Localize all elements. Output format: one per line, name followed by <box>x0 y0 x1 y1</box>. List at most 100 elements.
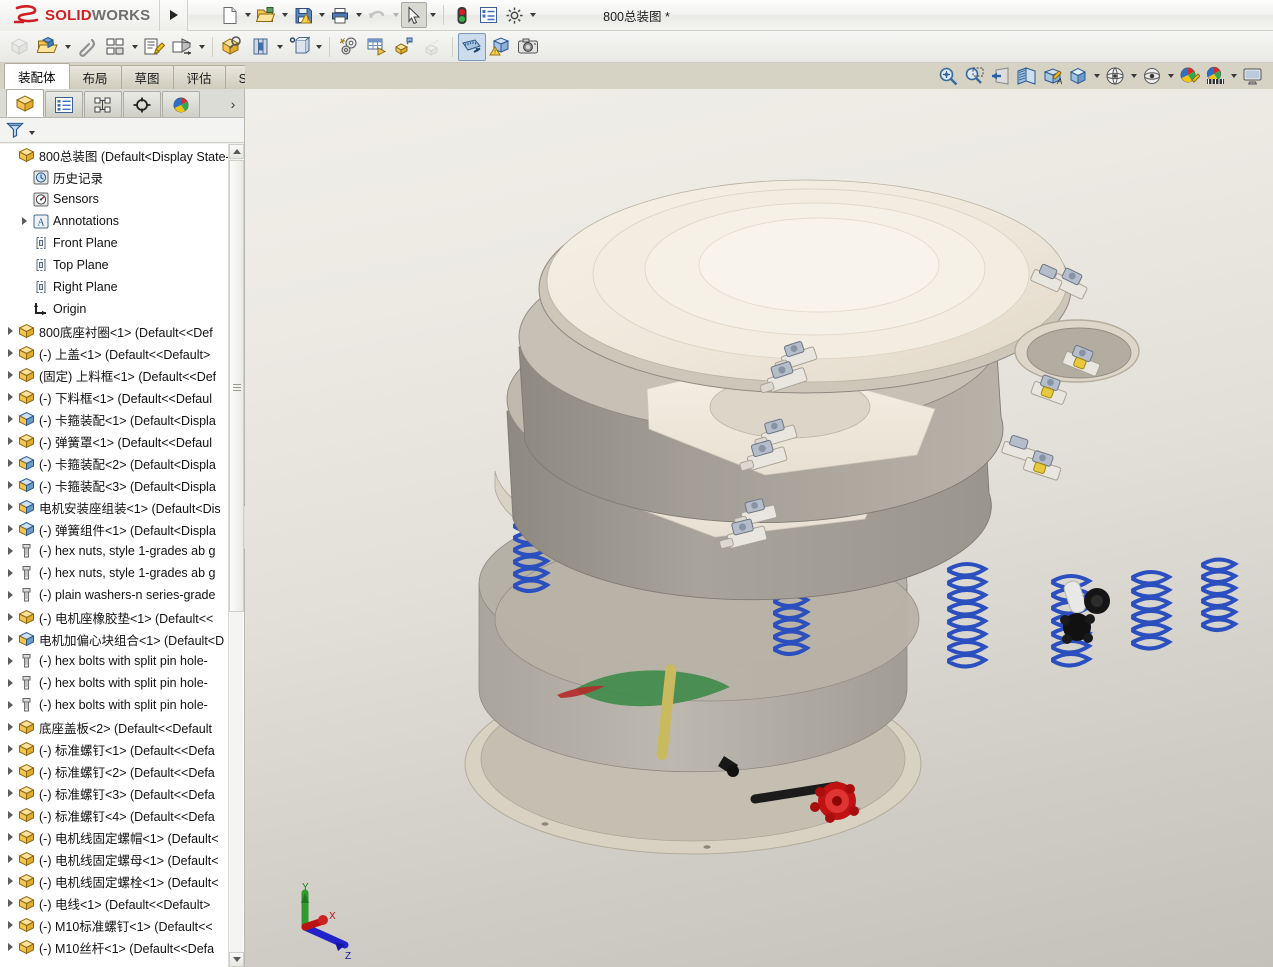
edit-appearance-button[interactable] <box>1176 63 1202 89</box>
tree-node[interactable]: (-) 电机线固定螺帽<1> (Default< <box>0 826 228 848</box>
tree-scroll-up-button[interactable] <box>229 144 244 159</box>
expand-arrow-icon[interactable] <box>4 540 17 562</box>
new-document-caret[interactable] <box>242 2 253 28</box>
tree-node[interactable]: (-) 卡箍装配<1> (Default<Displa <box>0 408 228 430</box>
expand-arrow-icon[interactable] <box>4 320 17 342</box>
graphics-viewport[interactable]: Y Z X <box>245 89 1273 967</box>
tree-node[interactable]: (-) 电机线固定螺栓<1> (Default< <box>0 870 228 892</box>
tree-node[interactable]: (-) 卡箍装配<3> (Default<Displa <box>0 474 228 496</box>
expand-arrow-icon[interactable] <box>4 870 17 892</box>
insert-components-caret[interactable] <box>62 34 73 60</box>
print-document-button[interactable] <box>327 2 353 28</box>
expand-arrow-icon[interactable] <box>4 650 17 672</box>
tab-feature-manager-design-tree[interactable] <box>6 89 44 117</box>
explode-line-sketch-button[interactable] <box>419 33 447 61</box>
new-document-button[interactable] <box>216 2 242 28</box>
tree-node[interactable]: (-) 电机线固定螺母<1> (Default< <box>0 848 228 870</box>
expand-arrow-icon[interactable] <box>4 606 17 628</box>
tab-dimxpert-manager[interactable] <box>123 91 161 117</box>
ribbon-tab-0[interactable]: 装配体 <box>4 63 70 89</box>
print-document-caret[interactable] <box>353 2 364 28</box>
apply-scene-button[interactable] <box>1202 63 1228 89</box>
new-motion-study-button[interactable] <box>335 33 363 61</box>
tree-scrollbar[interactable] <box>228 144 243 967</box>
show-hidden-components-button[interactable] <box>218 33 246 61</box>
design-tree[interactable]: 800总装图 (Default<Display State-1历史记录Senso… <box>0 144 244 967</box>
move-component-caret[interactable] <box>196 34 207 60</box>
expand-arrow-icon[interactable] <box>4 452 17 474</box>
expand-menu-button[interactable] <box>160 0 188 31</box>
expand-arrow-icon[interactable] <box>4 936 17 958</box>
reference-geometry-button[interactable] <box>285 33 313 61</box>
tree-filter-bar[interactable] <box>0 118 244 143</box>
expand-arrow-icon[interactable] <box>4 342 17 364</box>
tab-configuration-manager[interactable] <box>84 91 122 117</box>
ribbon-tab-1[interactable]: 布局 <box>69 65 122 89</box>
tree-node[interactable]: (-) 电线<1> (Default<<Default> <box>0 892 228 914</box>
view-annotations-button[interactable]: A <box>1039 63 1065 89</box>
undo-button[interactable] <box>364 2 390 28</box>
assembly-features-caret[interactable] <box>274 34 285 60</box>
view-orientation-caret[interactable] <box>1091 63 1102 89</box>
expand-arrow-icon[interactable] <box>4 518 17 540</box>
expand-arrow-icon[interactable] <box>4 804 17 826</box>
tree-node[interactable]: (-) 标准螺钉<4> (Default<<Defa <box>0 804 228 826</box>
tree-node[interactable]: (固定) 上料框<1> (Default<<Def <box>0 364 228 386</box>
expand-arrow-icon[interactable] <box>4 408 17 430</box>
tree-scroll-down-button[interactable] <box>229 952 244 967</box>
tree-node[interactable]: 800底座衬圈<1> (Default<<Def <box>0 320 228 342</box>
smart-fasteners-button[interactable] <box>140 33 168 61</box>
zoom-fit-button[interactable] <box>935 63 961 89</box>
tree-node[interactable]: 历史记录 <box>0 166 228 188</box>
select-tool-button[interactable] <box>401 2 427 28</box>
edit-component-button[interactable] <box>6 33 34 61</box>
tab-display-manager[interactable] <box>162 91 200 117</box>
expand-arrow-icon[interactable] <box>4 738 17 760</box>
tree-node[interactable]: (-) hex nuts, style 1-grades ab g <box>0 540 228 562</box>
component-pattern-caret[interactable] <box>129 34 140 60</box>
expand-arrow-icon[interactable] <box>4 474 17 496</box>
linear-component-pattern-button[interactable] <box>101 33 129 61</box>
expand-arrow-icon[interactable] <box>4 584 17 606</box>
ribbon-tab-3[interactable]: 评估 <box>173 65 226 89</box>
expand-arrow-icon[interactable] <box>4 562 17 584</box>
tree-node[interactable]: Right Plane <box>0 276 228 298</box>
tree-node[interactable]: 800总装图 (Default<Display State-1 <box>0 144 228 166</box>
tree-node[interactable]: (-) hex bolts with split pin hole- <box>0 694 228 716</box>
expand-arrow-icon[interactable] <box>4 914 17 936</box>
reference-geometry-caret[interactable] <box>313 34 324 60</box>
undo-caret[interactable] <box>390 2 401 28</box>
view-orientation-button[interactable] <box>1065 63 1091 89</box>
previous-view-button[interactable] <box>987 63 1013 89</box>
view-settings-monitor-button[interactable] <box>1239 63 1265 89</box>
expand-arrow-icon[interactable] <box>4 760 17 782</box>
rebuild-button[interactable] <box>449 2 475 28</box>
assembly-features-button[interactable] <box>246 33 274 61</box>
tree-node[interactable]: (-) plain washers-n series-grade <box>0 584 228 606</box>
insert-components-button[interactable] <box>34 33 62 61</box>
expand-arrow-icon[interactable] <box>4 892 17 914</box>
expand-arrow-icon[interactable] <box>18 210 31 232</box>
options-caret[interactable] <box>527 2 538 28</box>
tree-node[interactable]: (-) M10丝杆<1> (Default<<Defa <box>0 936 228 958</box>
tree-node[interactable]: 电机加偏心块组合<1> (Default<D <box>0 628 228 650</box>
tree-node[interactable]: Origin <box>0 298 228 320</box>
tree-node[interactable]: (-) 标准螺钉<1> (Default<<Defa <box>0 738 228 760</box>
expand-arrow-icon[interactable] <box>4 716 17 738</box>
exploded-view-button[interactable] <box>391 33 419 61</box>
interference-detection-button[interactable]: ! <box>486 33 514 61</box>
tree-node[interactable]: (-) 电机座橡胶垫<1> (Default<< <box>0 606 228 628</box>
tree-node[interactable]: (-) M10标准螺钉<1> (Default<< <box>0 914 228 936</box>
ribbon-tab-2[interactable]: 草图 <box>121 65 174 89</box>
section-snapshot-camera-button[interactable] <box>514 33 542 61</box>
mate-button[interactable] <box>73 33 101 61</box>
expand-arrow-icon[interactable] <box>4 386 17 408</box>
open-document-button[interactable] <box>253 2 279 28</box>
filter-dropdown-caret[interactable] <box>29 131 35 135</box>
expand-arrow-icon[interactable] <box>4 430 17 452</box>
tree-node[interactable]: (-) 标准螺钉<2> (Default<<Defa <box>0 760 228 782</box>
expand-arrow-icon[interactable] <box>4 782 17 804</box>
expand-arrow-icon[interactable] <box>4 496 17 518</box>
tree-node[interactable]: Sensors <box>0 188 228 210</box>
apply-scene-caret[interactable] <box>1228 63 1239 89</box>
